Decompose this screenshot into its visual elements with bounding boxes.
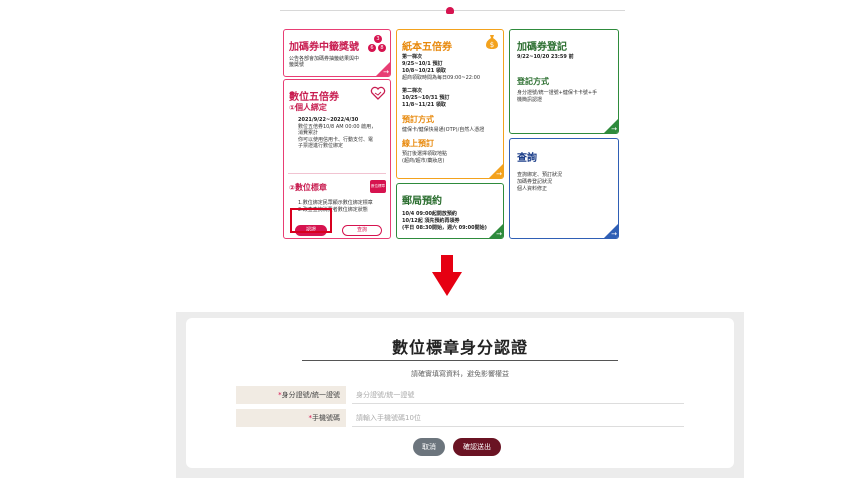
cancel-button[interactable]: 取消 — [413, 438, 445, 456]
post-line-1: 10/4 09:00起開放預約 — [402, 211, 457, 217]
bind-line-3: 消費累計 — [298, 130, 319, 136]
paper-sub1-line: 健保卡/健保快易通(OTP)/自然人憑證 — [402, 127, 485, 133]
paper-line-8: 11/8~11/21 領取 — [402, 102, 446, 108]
register-method-heading: 登記方式 — [517, 77, 549, 86]
card-post-title: 郵局預約 — [402, 196, 442, 207]
title-underline — [302, 360, 618, 361]
post-line-2: 10/12起 須先預約再領券 — [402, 218, 460, 224]
arrow-corner-icon — [604, 224, 618, 238]
submit-button[interactable]: 確認送出 — [453, 438, 501, 456]
bind-period: 2021/9/22~2022/4/30 — [298, 117, 359, 123]
id-number-row: *身分證號/統一證號 — [236, 386, 684, 404]
digital-badge-icon: 數位標章 — [370, 180, 386, 193]
query-button[interactable]: 查詢 — [342, 225, 382, 236]
card-post-office[interactable]: 郵局預約 10/4 09:00起開放預約 10/12起 須先預約再領券 (平日 … — [396, 183, 504, 239]
section-personal-bind-label: 個人綁定 — [294, 103, 327, 112]
query-line-2: 加碼券登記狀況 — [517, 179, 553, 185]
paper-sub1-heading: 預訂方式 — [402, 115, 434, 124]
query-line-1: 查詢綁定、預訂狀況 — [517, 172, 563, 178]
card-register-title: 加碼券登記 — [517, 42, 567, 53]
badge-num-3: 8 — [378, 44, 386, 52]
arrow-corner-icon — [489, 164, 503, 178]
handshake-heart-icon — [370, 85, 386, 100]
phone-number-label: *手機號碼 — [236, 409, 346, 427]
section-digital-badge-label: 數位標章 — [294, 183, 327, 192]
svg-text:$: $ — [490, 41, 494, 49]
page-marker-dot — [446, 7, 454, 14]
badge-line-1: 1.數位綁定民眾顯示數位綁定標章 — [298, 200, 373, 206]
highlight-verify-button — [290, 208, 332, 233]
money-bag-icon: $ — [485, 34, 499, 50]
post-line-3: (平日 08:30開始，週六 09:00開始) — [402, 225, 487, 231]
badge-num-2: 6 — [368, 44, 376, 52]
card-paper-title: 紙本五倍券 — [402, 42, 452, 53]
card-lottery-desc-2: 籤獎號 — [289, 62, 305, 68]
id-number-label: *身分證號/統一證號 — [236, 386, 346, 404]
voucher-portal-screenshot: 加碼券中籤獎號 3 6 8 公告各部會加碼券抽籤結果與中 籤獎號 數位五倍券 ①… — [280, 7, 625, 242]
tutorial-screenshot: 加碼券中籤獎號 3 6 8 公告各部會加碼券抽籤結果與中 籤獎號 數位五倍券 ①… — [0, 0, 850, 478]
verification-form-screenshot: 數位標章身分認證 請確實填寫資料，避免影響權益 *身分證號/統一證號 *手機號碼… — [176, 312, 744, 478]
card-paper-voucher[interactable]: 紙本五倍券 $ 第一梯次 9/25~10/1 預訂 10/8~10/21 領取 … — [396, 29, 504, 179]
paper-sub2-heading: 線上預訂 — [402, 139, 434, 148]
paper-line-6: 第二梯次 — [402, 88, 423, 94]
phone-number-label-text: 手機號碼 — [312, 414, 340, 422]
badge-num-1: 3 — [374, 35, 382, 43]
card-query-title: 查詢 — [517, 153, 537, 164]
paper-line-1: 第一梯次 — [402, 54, 423, 60]
section-digital-badge-heading: ②數位標章 — [289, 182, 327, 193]
paper-line-7: 10/25~10/31 預訂 — [402, 95, 450, 101]
verification-form-panel: 數位標章身分認證 請確實填寫資料，避免影響權益 *身分證號/統一證號 *手機號碼… — [186, 318, 734, 468]
paper-sub2-line-1: 預訂後選擇領取地點 — [402, 151, 448, 157]
arrow-corner-icon — [376, 62, 390, 76]
id-number-label-text: 身分證號/統一證號 — [281, 391, 340, 399]
lottery-badge-icon: 3 6 8 — [368, 35, 388, 55]
register-period: 9/22~10/20 23:59 前 — [517, 54, 574, 60]
card-lottery-results[interactable]: 加碼券中籤獎號 3 6 8 公告各部會加碼券抽籤結果與中 籤獎號 — [283, 29, 391, 77]
phone-number-row: *手機號碼 — [236, 409, 684, 427]
card-lottery-title: 加碼券中籤獎號 — [289, 42, 359, 53]
phone-number-input[interactable] — [352, 409, 684, 427]
paper-line-4: 超商領取時間為每日09:00~22:00 — [402, 75, 481, 81]
paper-line-2: 9/25~10/1 預訂 — [402, 61, 443, 67]
arrow-corner-icon — [489, 224, 503, 238]
card-bonus-register[interactable]: 加碼券登記 9/22~10/20 23:59 前 登記方式 身分證號/統一證號+… — [509, 29, 619, 134]
section-personal-bind-heading: ①個人綁定 — [289, 102, 327, 113]
card-digital-title: 數位五倍券 — [289, 92, 339, 103]
down-arrow-icon — [432, 255, 462, 296]
form-subtitle: 請確實填寫資料，避免影響權益 — [411, 370, 509, 378]
arrow-corner-icon — [604, 119, 618, 133]
query-line-3: 個人資料修正 — [517, 186, 548, 192]
register-method-line-1: 身分證號/統一證號+健保卡卡號+手 — [517, 90, 598, 96]
register-method-line-2: 機簡訊認證 — [517, 97, 543, 103]
id-number-input[interactable] — [352, 386, 684, 404]
card-query[interactable]: 查詢 查詢綁定、預訂狀況 加碼券登記狀況 個人資料修正 — [509, 138, 619, 239]
form-title: 數位標章身分認證 — [391, 338, 528, 357]
paper-sub2-line-2: (超商/超市/藥妝店) — [402, 158, 445, 164]
bind-line-5: 子票證進行數位綁定 — [298, 143, 344, 149]
paper-line-3: 10/8~10/21 領取 — [402, 68, 446, 74]
section-divider — [288, 173, 386, 174]
